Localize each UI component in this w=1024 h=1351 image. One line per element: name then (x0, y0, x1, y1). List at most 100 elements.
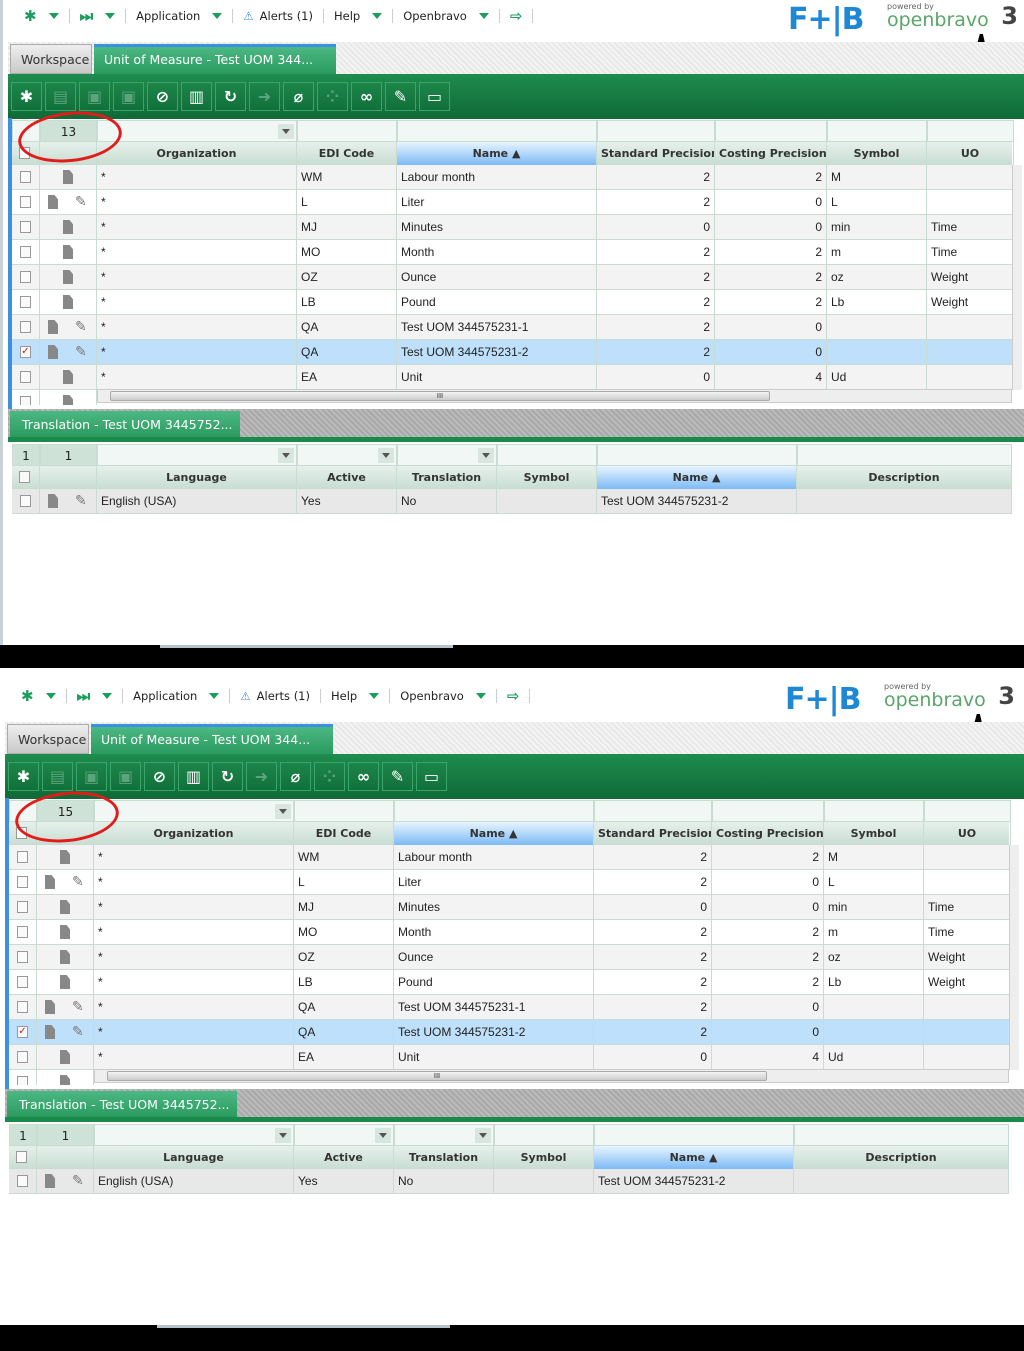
table-row[interactable]: * WM Labour month 2 2 M (9, 845, 1009, 870)
customize-button[interactable]: ✎ (382, 762, 413, 791)
document-icon[interactable] (60, 1050, 70, 1064)
filter-cell-3[interactable] (294, 1124, 394, 1146)
document-icon[interactable] (45, 875, 55, 889)
row-checkbox[interactable]: ✓ (17, 1026, 28, 1038)
filter-cell-3[interactable] (294, 800, 394, 822)
filter-cell-2[interactable] (97, 444, 297, 466)
filter-dropdown-icon[interactable] (278, 124, 294, 139)
row-checkbox[interactable] (17, 951, 28, 963)
row-select[interactable] (12, 165, 40, 189)
refresh-button[interactable]: ↻ (215, 82, 246, 111)
table-row[interactable]: ✎ * L Liter 2 0 L (9, 870, 1009, 895)
horizontal-scrollbar[interactable]: III (97, 389, 1012, 403)
cancel-button[interactable]: ⊘ (147, 82, 178, 111)
horizontal-scrollbar[interactable]: III (94, 1069, 1009, 1083)
scroll-thumb[interactable]: III (107, 1071, 767, 1081)
column-header-4[interactable]: Name ▲ (394, 822, 594, 845)
vertical-scrollbar[interactable] (1009, 845, 1019, 1070)
table-row[interactable]: * EA Unit 0 4 Ud (12, 365, 1012, 390)
table-row[interactable]: * EA Unit 0 4 Ud (9, 1045, 1009, 1070)
form-view-button[interactable]: ▤ (42, 762, 73, 791)
document-icon[interactable] (60, 900, 70, 914)
row-select[interactable] (12, 215, 40, 239)
document-icon[interactable] (48, 320, 58, 334)
row-checkbox[interactable]: ✓ (20, 346, 31, 358)
row-checkbox[interactable] (17, 976, 28, 988)
document-icon[interactable] (63, 395, 73, 405)
row-checkbox[interactable] (20, 221, 31, 233)
filter-cell-7[interactable] (824, 800, 924, 822)
layout-button[interactable]: ▭ (419, 82, 450, 111)
row-select[interactable] (9, 895, 37, 919)
column-header-6[interactable]: Name ▲ (594, 1146, 794, 1169)
row-select[interactable] (9, 945, 37, 969)
column-header-2[interactable]: Language (94, 1146, 294, 1169)
row-checkbox[interactable] (20, 171, 31, 183)
document-icon[interactable] (60, 925, 70, 939)
column-header-4[interactable]: Name ▲ (397, 142, 597, 165)
taskbar-window-button[interactable] (157, 1325, 450, 1328)
row-select[interactable] (9, 920, 37, 944)
row-checkbox[interactable] (17, 926, 28, 938)
document-icon[interactable] (60, 975, 70, 989)
filter-cell-6[interactable] (597, 444, 797, 466)
save-close-button[interactable]: ▣ (110, 762, 141, 791)
filter-cell-6[interactable] (715, 120, 827, 142)
quick-launch-menu[interactable]: ⏭ (67, 687, 124, 705)
filter-cell-4[interactable] (397, 444, 497, 466)
column-header-6[interactable]: Costing Precision (712, 822, 824, 845)
document-icon[interactable] (45, 1000, 55, 1014)
filter-cell-7[interactable] (794, 1124, 1009, 1146)
logout-button[interactable]: ⇨ (500, 7, 534, 25)
filter-cell-8[interactable] (927, 120, 1014, 142)
attach-button[interactable]: ⌀ (283, 82, 314, 111)
document-icon[interactable] (48, 345, 58, 359)
column-header-8[interactable]: UO (927, 142, 1014, 165)
scroll-thumb[interactable]: III (110, 391, 770, 401)
filter-dropdown-icon[interactable] (275, 804, 291, 819)
quick-launch-menu[interactable]: ⏭ (70, 7, 127, 25)
link-button[interactable]: ∞ (351, 82, 382, 111)
delete-button[interactable]: ▥ (178, 762, 209, 791)
layout-button[interactable]: ▭ (416, 762, 447, 791)
document-icon[interactable] (63, 170, 73, 184)
document-icon[interactable] (48, 195, 58, 209)
row-select[interactable] (9, 970, 37, 994)
row-select[interactable] (12, 265, 40, 289)
filter-cell-6[interactable] (594, 1124, 794, 1146)
column-header-2[interactable]: Organization (94, 822, 294, 845)
column-header-3[interactable]: Active (297, 466, 397, 489)
filter-cell-2[interactable] (94, 800, 294, 822)
new-document-button[interactable]: ✱ (8, 762, 39, 791)
column-header-2[interactable]: Organization (97, 142, 297, 165)
application-menu[interactable]: Application (126, 9, 234, 23)
save-button[interactable]: ▣ (76, 762, 107, 791)
table-row[interactable]: * MO Month 2 2 m Time (12, 240, 1012, 265)
filter-cell-3[interactable] (297, 444, 397, 466)
save-button[interactable]: ▣ (79, 82, 110, 111)
document-icon[interactable] (63, 220, 73, 234)
refresh-button[interactable]: ↻ (212, 762, 243, 791)
row-select[interactable] (12, 489, 40, 513)
tab-translation[interactable]: Translation - Test UOM 3445752... (10, 411, 240, 438)
table-row[interactable]: * OZ Ounce 2 2 oz Weight (12, 265, 1012, 290)
delete-button[interactable]: ▥ (181, 82, 212, 111)
edit-pencil-icon[interactable]: ✎ (75, 492, 87, 508)
table-row[interactable]: ✎ English (USA) Yes No Test UOM 344575231-2 (12, 489, 1012, 514)
filter-cell-3[interactable] (297, 120, 397, 142)
help-menu[interactable]: Help (321, 689, 391, 703)
alerts-link[interactable]: ⚠ Alerts (1) (230, 689, 321, 703)
column-header-3[interactable]: EDI Code (294, 822, 394, 845)
tab-workspace[interactable]: Workspace (10, 44, 92, 74)
export-button[interactable]: ➜ (246, 762, 277, 791)
row-select[interactable] (12, 365, 40, 389)
column-header-1[interactable] (40, 466, 97, 489)
filter-cell-5[interactable] (597, 120, 715, 142)
filter-cell-2[interactable] (97, 120, 297, 142)
tab-unit-of-measure[interactable]: Unit of Measure - Test UOM 344...× (91, 724, 333, 774)
document-icon[interactable] (63, 245, 73, 259)
checkbox[interactable] (19, 471, 30, 483)
row-select[interactable] (9, 845, 37, 869)
edit-pencil-icon[interactable]: ✎ (72, 1023, 84, 1039)
select-all-checkbox[interactable] (9, 1146, 37, 1169)
